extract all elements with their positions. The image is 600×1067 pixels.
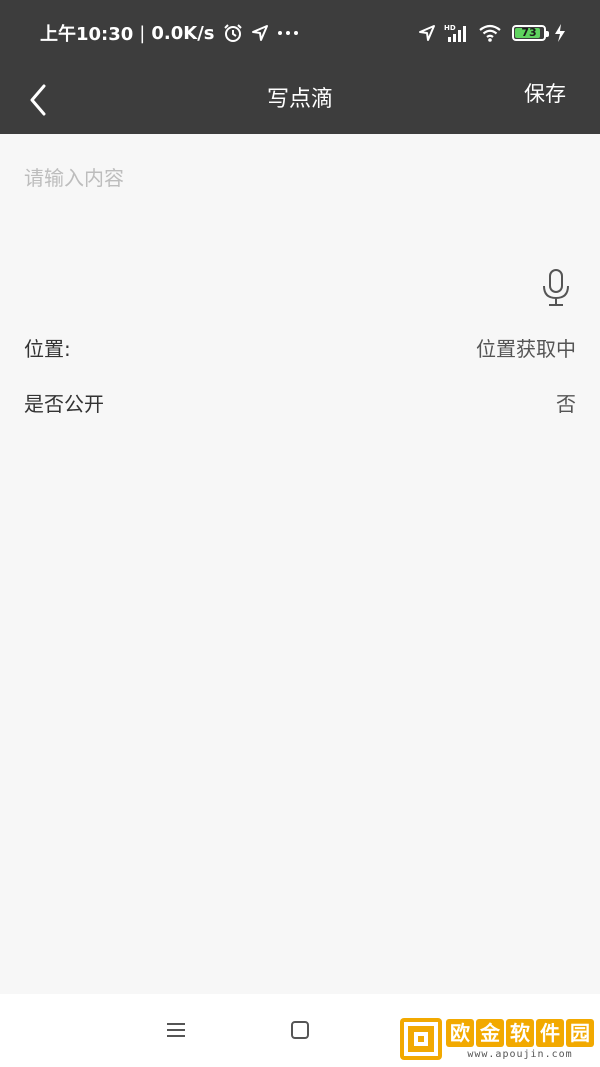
status-bar: 上午10:30 | 0.0K/s HD 73 [0,0,600,66]
back-button[interactable] [18,74,58,126]
watermark-chars: 欧 金 软 件 园 [446,1018,594,1047]
watermark-char: 件 [536,1018,564,1047]
svg-text:HD: HD [444,24,456,32]
page-title: 写点滴 [266,87,333,112]
content-area: 位置: 位置获取中 是否公开 否 [0,134,600,994]
location-arrow-icon [419,25,435,41]
status-right: HD 73 [418,20,566,46]
watermark-url: www.apoujin.com [467,1048,573,1060]
voice-input-button[interactable] [536,264,576,312]
battery-icon: 73 [512,25,549,41]
watermark-char: 园 [566,1018,594,1047]
content-input[interactable] [24,158,564,198]
public-value: 否 [556,391,576,416]
status-net-speed: 0.0K/s [151,22,215,44]
location-label: 位置: [24,336,71,361]
chevron-left-icon [30,84,46,116]
watermark-char: 软 [506,1018,534,1047]
watermark-char: 金 [476,1018,504,1047]
status-left: 上午10:30 | 0.0K/s [40,20,299,46]
nav-menu-button[interactable] [156,1012,196,1048]
location-arrow-icon [251,25,268,41]
save-button[interactable]: 保存 [524,66,566,134]
watermark-text: 欧 金 软 件 园 www.apoujin.com [446,1018,594,1060]
wifi-icon [479,24,501,42]
public-label: 是否公开 [24,391,104,416]
location-value: 位置获取中 [476,336,576,361]
title-bar: 写点滴 保存 [0,66,600,134]
more-dots-icon [277,31,298,35]
status-separator: | [139,22,146,44]
phone-screen: 上午10:30 | 0.0K/s HD 73 写点滴 保存 请输入内容 位置: … [0,0,600,1067]
menu-icon [167,1023,185,1037]
watermark: 欧 金 软 件 园 www.apoujin.com [400,1014,594,1064]
hd-signal-icon: HD [444,24,466,42]
public-row[interactable]: 是否公开 否 [24,382,576,422]
alarm-icon [223,24,242,42]
status-time: 上午10:30 [40,24,134,45]
location-row[interactable]: 位置: 位置获取中 [24,327,576,367]
microphone-icon [543,269,569,306]
nav-home-button[interactable] [280,1012,320,1048]
home-square-icon [291,1021,309,1039]
watermark-char: 欧 [446,1018,474,1047]
battery-cap [546,31,549,37]
charging-bolt-icon [555,24,565,42]
battery-level: 73 [521,26,537,39]
watermark-logo-icon [400,1018,442,1060]
